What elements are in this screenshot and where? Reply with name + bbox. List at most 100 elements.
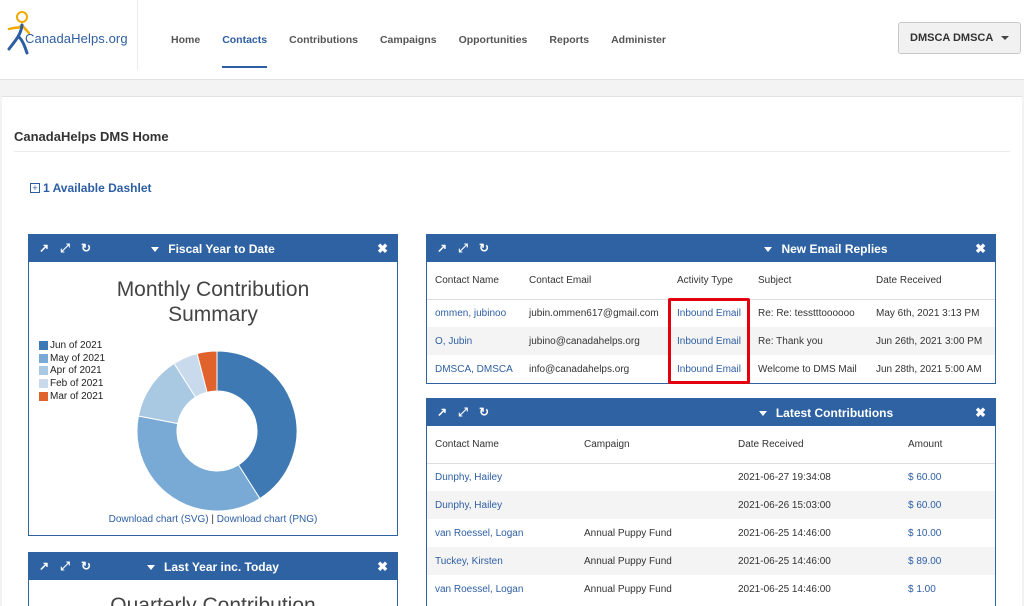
- subject: Re: Thank you: [750, 327, 868, 355]
- contact-name-link[interactable]: Dunphy, Hailey: [427, 463, 576, 491]
- amount-link[interactable]: $ 60.00: [900, 491, 995, 519]
- column-header[interactable]: Date Received: [868, 262, 995, 300]
- dashlet-header: ↗ ⤢ ↻ Fiscal Year to Date ✖: [29, 235, 397, 262]
- campaign: Annual Puppy Fund: [584, 527, 672, 539]
- close-icon[interactable]: ✖: [377, 241, 388, 257]
- column-header[interactable]: Date Received: [730, 426, 900, 464]
- column-header[interactable]: Subject: [750, 262, 868, 300]
- contact-email: jubino@canadahelps.org: [521, 327, 669, 355]
- caret-down-icon: [764, 247, 773, 252]
- chart-title: Monthly Contribution Summary: [116, 278, 310, 326]
- caret-down-icon: [151, 247, 160, 252]
- contributions-table: Contact Name Campaign Date Received Amount …: [427, 426, 995, 603]
- amount-link[interactable]: $ 60.00: [900, 463, 995, 491]
- logo[interactable]: CanadaHelps.org: [0, 0, 138, 70]
- column-header[interactable]: Contact Name: [427, 426, 576, 464]
- last-year-dashlet: ↗ ⤢ ↻ Last Year inc. Today ✖ Quarterly C…: [28, 552, 398, 606]
- date-received: May 6th, 2021 3:13 PM: [876, 307, 980, 319]
- dashlet-title: Last Year inc. Today: [164, 560, 279, 574]
- donut-chart: [136, 350, 298, 512]
- contact-name-link[interactable]: Dunphy, Hailey: [427, 491, 576, 519]
- download-png-link[interactable]: Download chart (PNG): [217, 514, 318, 525]
- legend-swatch: [39, 366, 48, 376]
- legend-swatch: [39, 392, 48, 402]
- nav-item-contacts[interactable]: Contacts: [222, 0, 267, 70]
- close-icon[interactable]: ✖: [377, 559, 388, 575]
- chevron-down-icon: [1001, 36, 1010, 40]
- contact-name-link[interactable]: van Roessel, Logan: [427, 519, 576, 547]
- date-received: 2021-06-25 14:46:00: [738, 583, 831, 595]
- contact-name-link[interactable]: Tuckey, Kirsten: [427, 547, 576, 575]
- column-header[interactable]: Contact Name: [427, 262, 521, 300]
- legend-label: Jun of 2021: [50, 339, 103, 351]
- amount-link[interactable]: $ 1.00: [900, 575, 995, 603]
- dashlet-header: ↗ ⤢ ↻ Last Year inc. Today ✖: [29, 553, 397, 580]
- legend-label: Apr of 2021: [50, 365, 102, 377]
- legend-label: Feb of 2021: [50, 378, 104, 390]
- table-row: Dunphy, Hailey 2021-06-26 15:03:00 $ 60.00: [427, 491, 995, 519]
- legend-item[interactable]: Mar of 2021: [39, 390, 105, 403]
- activity-type-highlight: [668, 298, 750, 384]
- logo-text: CanadaHelps.org: [25, 31, 128, 46]
- legend-item[interactable]: May of 2021: [39, 352, 105, 365]
- dashlet-header: ↗ ⤢ ↻ Latest Contributions ✖: [427, 399, 995, 426]
- available-dashlet-label: 1 Available Dashlet: [43, 181, 152, 195]
- column-header[interactable]: Contact Email: [521, 262, 669, 300]
- column-header[interactable]: Amount: [900, 426, 995, 464]
- contact-name-link[interactable]: DMSCA, DMSCA: [427, 355, 521, 383]
- available-dashlet-link[interactable]: + 1 Available Dashlet: [30, 181, 152, 195]
- title-divider: [14, 151, 1010, 152]
- page-title: CanadaHelps DMS Home: [14, 129, 169, 144]
- contact-name-link[interactable]: ommen, jubinoo: [427, 299, 521, 327]
- subject: Welcome to DMS Mail: [758, 363, 857, 375]
- legend-swatch: [39, 379, 48, 389]
- contact-name-link[interactable]: van Roessel, Logan: [427, 575, 576, 603]
- download-svg-link[interactable]: Download chart (SVG): [109, 514, 209, 525]
- dashlet-toggle[interactable]: New Email Replies: [427, 242, 995, 256]
- nav-item-home[interactable]: Home: [171, 0, 200, 70]
- chart-title-partial: Quarterly Contribution: [110, 594, 316, 606]
- nav-item-administer[interactable]: Administer: [611, 0, 666, 70]
- campaign: [576, 463, 730, 491]
- legend-item[interactable]: Apr of 2021: [39, 365, 105, 378]
- date-received: 2021-06-26 15:03:00: [730, 491, 900, 519]
- close-icon[interactable]: ✖: [975, 405, 986, 421]
- chart-legend: Jun of 2021 May of 2021 Apr of 2021 Feb of …: [39, 339, 105, 403]
- fiscal-year-dashlet: ↗ ⤢ ↻ Fiscal Year to Date ✖ Monthly Cont…: [28, 234, 398, 536]
- user-menu-label: DMSCA DMSCA: [910, 32, 994, 44]
- contact-name-link[interactable]: O, Jubin: [427, 327, 521, 355]
- nav-item-contributions[interactable]: Contributions: [289, 0, 358, 70]
- dashlet-title: Latest Contributions: [775, 406, 894, 420]
- nav-item-reports[interactable]: Reports: [549, 0, 589, 70]
- latest-contributions-dashlet: ↗ ⤢ ↻ Latest Contributions ✖ Contact Nam…: [426, 398, 996, 606]
- date-received: Jun 26th, 2021 3:00 PM: [868, 327, 995, 355]
- user-menu-button[interactable]: DMSCA DMSCA: [898, 22, 1021, 54]
- legend-item[interactable]: Jun of 2021: [39, 339, 105, 352]
- legend-item[interactable]: Feb of 2021: [39, 377, 105, 390]
- subject: Re: Re: tesstttoooooo: [758, 307, 855, 319]
- nav-item-opportunities[interactable]: Opportunities: [459, 0, 528, 70]
- campaign: [576, 491, 730, 519]
- nav-item-campaigns[interactable]: Campaigns: [380, 0, 437, 70]
- close-icon[interactable]: ✖: [975, 241, 986, 257]
- table-row: van Roessel, Logan Annual Puppy Fund 2021-…: [427, 575, 995, 603]
- dashlet-toggle[interactable]: Fiscal Year to Date: [29, 242, 397, 256]
- legend-swatch: [39, 353, 48, 363]
- download-separator: |: [208, 514, 217, 525]
- amount-link[interactable]: $ 10.00: [900, 519, 995, 547]
- contact-email: jubin.ommen617@gmail.com: [529, 307, 659, 319]
- campaign: Annual Puppy Fund: [584, 583, 672, 595]
- table-row: van Roessel, Logan Annual Puppy Fund 2021-…: [427, 519, 995, 547]
- legend-swatch: [39, 340, 48, 350]
- dashlet-header: ↗ ⤢ ↻ New Email Replies ✖: [427, 235, 995, 262]
- dashlet-toggle[interactable]: Latest Contributions: [427, 406, 995, 420]
- legend-label: May of 2021: [50, 352, 106, 364]
- caret-down-icon: [147, 565, 156, 570]
- amount-link[interactable]: $ 89.00: [900, 547, 995, 575]
- legend-label: Mar of 2021: [50, 391, 104, 403]
- dashlet-toggle[interactable]: Last Year inc. Today: [29, 560, 397, 574]
- table-row: Tuckey, Kirsten Annual Puppy Fund 2021-06-…: [427, 547, 995, 575]
- column-header[interactable]: Campaign: [576, 426, 730, 464]
- top-navigation-bar: CanadaHelps.org Home Contacts Contribution…: [0, 0, 1024, 80]
- column-header[interactable]: Activity Type: [669, 262, 750, 300]
